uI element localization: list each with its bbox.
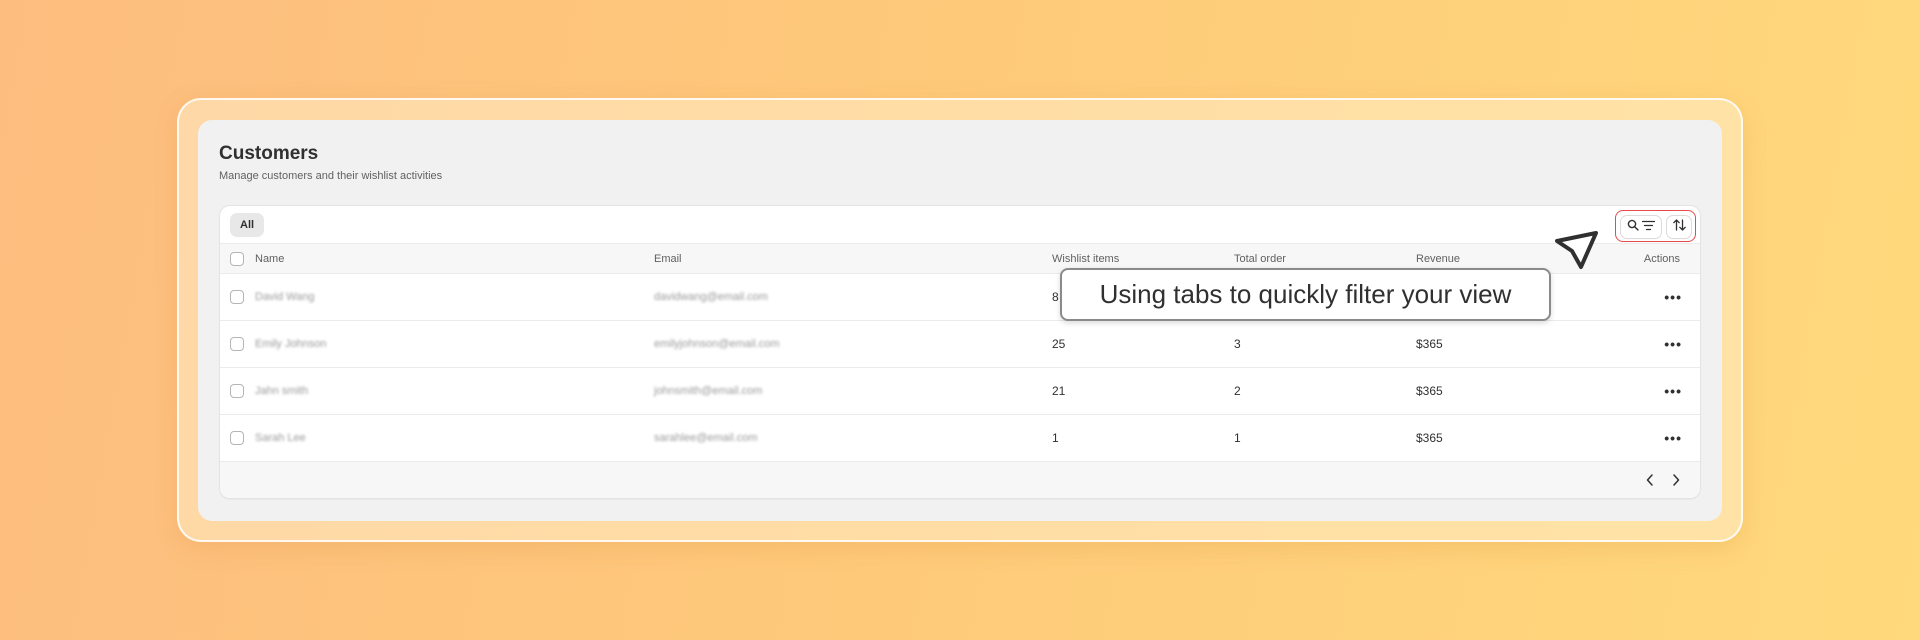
row-checkbox[interactable] bbox=[230, 337, 244, 351]
toolbar-highlight bbox=[1615, 210, 1696, 242]
filter-lines-icon bbox=[1641, 218, 1656, 236]
total-order: 2 bbox=[1234, 384, 1241, 398]
sort-button[interactable] bbox=[1667, 216, 1691, 238]
column-header-email[interactable]: Email bbox=[654, 253, 682, 265]
chevron-left-icon[interactable] bbox=[1642, 472, 1658, 488]
search-filter-button[interactable] bbox=[1621, 216, 1661, 238]
more-actions-icon[interactable]: ••• bbox=[1664, 383, 1682, 399]
table-footer bbox=[220, 462, 1700, 498]
row-checkbox[interactable] bbox=[230, 384, 244, 398]
column-header-revenue[interactable]: Revenue bbox=[1416, 253, 1460, 265]
table-row[interactable]: Emily Johnson emilyjohnson@email.com 25 … bbox=[220, 321, 1700, 368]
customer-name: Emily Johnson bbox=[255, 338, 327, 350]
column-header-wishlist[interactable]: Wishlist items bbox=[1052, 253, 1119, 265]
customer-name: Jahn smith bbox=[255, 385, 309, 397]
sort-arrows-icon bbox=[1672, 218, 1686, 236]
customers-table: All Name Email Wishlist items Total orde… bbox=[220, 206, 1700, 498]
more-actions-icon[interactable]: ••• bbox=[1664, 289, 1682, 305]
revenue: $365 bbox=[1416, 337, 1443, 351]
page-title: Customers bbox=[219, 143, 319, 164]
tabs-bar: All bbox=[220, 206, 1700, 244]
table-row[interactable]: Sarah Lee sarahlee@email.com 1 1 $365 ••… bbox=[220, 415, 1700, 462]
customer-name: Sarah Lee bbox=[255, 432, 306, 444]
more-actions-icon[interactable]: ••• bbox=[1664, 336, 1682, 352]
table-row[interactable]: Jahn smith johnsmith@email.com 21 2 $365… bbox=[220, 368, 1700, 415]
column-header-total-order[interactable]: Total order bbox=[1234, 253, 1286, 265]
customer-email: emilyjohnson@email.com bbox=[654, 338, 780, 350]
customer-email: johnsmith@email.com bbox=[654, 385, 763, 397]
pointer-cursor-icon bbox=[1553, 229, 1599, 276]
more-actions-icon[interactable]: ••• bbox=[1664, 430, 1682, 446]
row-checkbox[interactable] bbox=[230, 431, 244, 445]
customer-email: sarahlee@email.com bbox=[654, 432, 758, 444]
customer-email: davidwang@email.com bbox=[654, 291, 768, 303]
column-header-actions: Actions bbox=[1643, 252, 1680, 265]
revenue: $365 bbox=[1416, 431, 1443, 445]
tab-all[interactable]: All bbox=[230, 213, 265, 237]
wishlist-count: 1 bbox=[1052, 431, 1059, 445]
revenue: $365 bbox=[1416, 384, 1443, 398]
customer-name: David Wang bbox=[255, 291, 315, 303]
row-checkbox[interactable] bbox=[230, 290, 244, 304]
wishlist-count: 8 bbox=[1052, 290, 1059, 304]
column-header-name[interactable]: Name bbox=[255, 253, 284, 265]
wishlist-count: 21 bbox=[1052, 384, 1066, 398]
page-subtitle: Manage customers and their wishlist acti… bbox=[219, 170, 443, 182]
wishlist-count: 25 bbox=[1052, 337, 1066, 351]
select-all-checkbox[interactable] bbox=[230, 251, 244, 266]
search-icon bbox=[1627, 218, 1639, 236]
total-order: 1 bbox=[1234, 431, 1241, 445]
tutorial-tooltip: Using tabs to quickly filter your view bbox=[1060, 268, 1551, 321]
total-order: 3 bbox=[1234, 337, 1241, 351]
chevron-right-icon[interactable] bbox=[1668, 472, 1684, 488]
